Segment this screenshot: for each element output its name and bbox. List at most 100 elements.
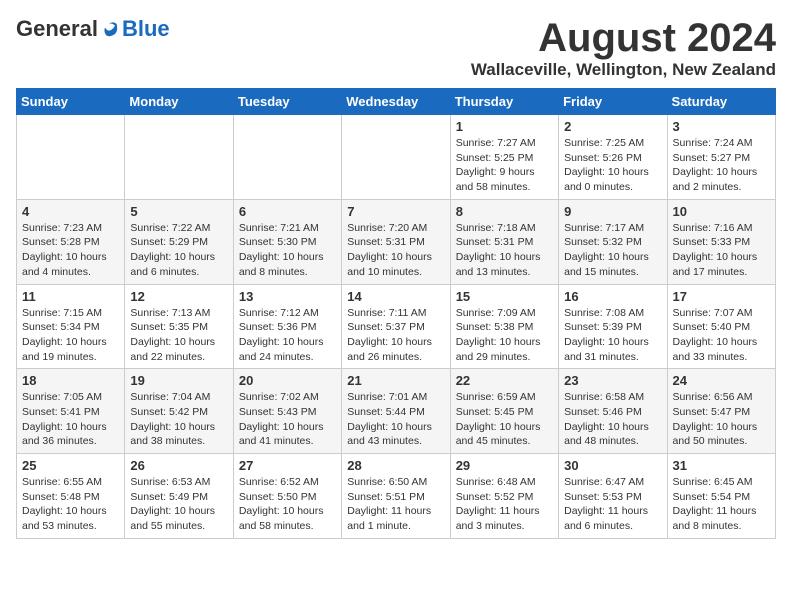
calendar-cell: 19Sunrise: 7:04 AM Sunset: 5:42 PM Dayli…: [125, 369, 233, 454]
calendar-cell: [342, 115, 450, 200]
day-number: 30: [564, 458, 661, 473]
calendar-table: SundayMondayTuesdayWednesdayThursdayFrid…: [16, 88, 776, 539]
calendar-cell: 12Sunrise: 7:13 AM Sunset: 5:35 PM Dayli…: [125, 284, 233, 369]
calendar-cell: 30 Sunrise: 6:47 AM Sunset: 5:53 PM Dayli…: [559, 454, 667, 539]
day-number: 15: [456, 289, 553, 304]
title-area: August 2024 Wallaceville, Wellington, Ne…: [471, 16, 776, 80]
calendar-cell: 7 Sunrise: 7:20 AM Sunset: 5:31 PM Daylig…: [342, 199, 450, 284]
day-detail: Sunrise: 7:12 AM Sunset: 5:36 PM Dayligh…: [239, 306, 336, 365]
day-detail: Sunrise: 7:08 AM Sunset: 5:39 PM Dayligh…: [564, 306, 661, 365]
day-detail: Sunrise: 7:05 AM Sunset: 5:41 PM Dayligh…: [22, 390, 119, 449]
day-number: 7: [347, 204, 444, 219]
day-number: 27: [239, 458, 336, 473]
calendar-cell: 8Sunrise: 7:18 AM Sunset: 5:31 PM Daylig…: [450, 199, 558, 284]
day-number: 24: [673, 373, 770, 388]
day-number: 31: [673, 458, 770, 473]
day-detail: Sunrise: 7:01 AM Sunset: 5:44 PM Dayligh…: [347, 390, 444, 449]
day-header-tuesday: Tuesday: [233, 89, 341, 115]
day-header-monday: Monday: [125, 89, 233, 115]
calendar-cell: 5Sunrise: 7:22 AM Sunset: 5:29 PM Daylig…: [125, 199, 233, 284]
day-detail: Sunrise: 7:24 AM Sunset: 5:27 PM Dayligh…: [673, 136, 770, 195]
day-detail: Sunrise: 7:27 AM Sunset: 5:25 PM Dayligh…: [456, 136, 553, 195]
week-row-1: 1 Sunrise: 7:27 AM Sunset: 5:25 PM Daylig…: [17, 115, 776, 200]
header-area: General Blue August 2024 Wallaceville, W…: [16, 16, 776, 80]
calendar-cell: 23Sunrise: 6:58 AM Sunset: 5:46 PM Dayli…: [559, 369, 667, 454]
calendar-cell: 3 Sunrise: 7:24 AM Sunset: 5:27 PM Daylig…: [667, 115, 775, 200]
day-detail: Sunrise: 6:59 AM Sunset: 5:45 PM Dayligh…: [456, 390, 553, 449]
day-detail: Sunrise: 6:53 AM Sunset: 5:49 PM Dayligh…: [130, 475, 227, 534]
calendar-cell: 28 Sunrise: 6:50 AM Sunset: 5:51 PM Dayli…: [342, 454, 450, 539]
week-row-4: 18 Sunrise: 7:05 AM Sunset: 5:41 PM Dayli…: [17, 369, 776, 454]
day-detail: Sunrise: 6:55 AM Sunset: 5:48 PM Dayligh…: [22, 475, 119, 534]
day-detail: Sunrise: 6:47 AM Sunset: 5:53 PM Dayligh…: [564, 475, 661, 534]
calendar-cell: 4 Sunrise: 7:23 AM Sunset: 5:28 PM Daylig…: [17, 199, 125, 284]
day-header-friday: Friday: [559, 89, 667, 115]
day-detail: Sunrise: 7:11 AM Sunset: 5:37 PM Dayligh…: [347, 306, 444, 365]
day-number: 22: [456, 373, 553, 388]
header-row: SundayMondayTuesdayWednesdayThursdayFrid…: [17, 89, 776, 115]
calendar-cell: 10 Sunrise: 7:16 AM Sunset: 5:33 PM Dayli…: [667, 199, 775, 284]
day-detail: Sunrise: 7:16 AM Sunset: 5:33 PM Dayligh…: [673, 221, 770, 280]
week-row-2: 4 Sunrise: 7:23 AM Sunset: 5:28 PM Daylig…: [17, 199, 776, 284]
day-number: 14: [347, 289, 444, 304]
main-title: August 2024: [471, 16, 776, 60]
day-number: 11: [22, 289, 119, 304]
day-number: 13: [239, 289, 336, 304]
day-number: 1: [456, 119, 553, 134]
day-number: 20: [239, 373, 336, 388]
calendar-cell: 6 Sunrise: 7:21 AM Sunset: 5:30 PM Daylig…: [233, 199, 341, 284]
day-detail: Sunrise: 6:58 AM Sunset: 5:46 PM Dayligh…: [564, 390, 661, 449]
calendar-cell: 13 Sunrise: 7:12 AM Sunset: 5:36 PM Dayli…: [233, 284, 341, 369]
day-detail: Sunrise: 7:21 AM Sunset: 5:30 PM Dayligh…: [239, 221, 336, 280]
logo: General Blue: [16, 16, 170, 42]
day-number: 10: [673, 204, 770, 219]
calendar-cell: [233, 115, 341, 200]
day-number: 2: [564, 119, 661, 134]
calendar-cell: [17, 115, 125, 200]
day-number: 12: [130, 289, 227, 304]
day-detail: Sunrise: 7:23 AM Sunset: 5:28 PM Dayligh…: [22, 221, 119, 280]
day-number: 6: [239, 204, 336, 219]
calendar-cell: 2 Sunrise: 7:25 AM Sunset: 5:26 PM Daylig…: [559, 115, 667, 200]
day-detail: Sunrise: 7:25 AM Sunset: 5:26 PM Dayligh…: [564, 136, 661, 195]
day-number: 19: [130, 373, 227, 388]
day-number: 4: [22, 204, 119, 219]
day-number: 3: [673, 119, 770, 134]
day-detail: Sunrise: 6:48 AM Sunset: 5:52 PM Dayligh…: [456, 475, 553, 534]
day-detail: Sunrise: 7:02 AM Sunset: 5:43 PM Dayligh…: [239, 390, 336, 449]
week-row-5: 25Sunrise: 6:55 AM Sunset: 5:48 PM Dayli…: [17, 454, 776, 539]
calendar-cell: 17 Sunrise: 7:07 AM Sunset: 5:40 PM Dayli…: [667, 284, 775, 369]
day-detail: Sunrise: 7:20 AM Sunset: 5:31 PM Dayligh…: [347, 221, 444, 280]
calendar-cell: [125, 115, 233, 200]
day-number: 9: [564, 204, 661, 219]
calendar-cell: 1 Sunrise: 7:27 AM Sunset: 5:25 PM Daylig…: [450, 115, 558, 200]
calendar-cell: 9Sunrise: 7:17 AM Sunset: 5:32 PM Daylig…: [559, 199, 667, 284]
day-number: 18: [22, 373, 119, 388]
day-number: 26: [130, 458, 227, 473]
day-header-saturday: Saturday: [667, 89, 775, 115]
calendar-cell: 29Sunrise: 6:48 AM Sunset: 5:52 PM Dayli…: [450, 454, 558, 539]
day-detail: Sunrise: 6:50 AM Sunset: 5:51 PM Dayligh…: [347, 475, 444, 534]
week-row-3: 11 Sunrise: 7:15 AM Sunset: 5:34 PM Dayli…: [17, 284, 776, 369]
calendar-cell: 24Sunrise: 6:56 AM Sunset: 5:47 PM Dayli…: [667, 369, 775, 454]
calendar-cell: 14 Sunrise: 7:11 AM Sunset: 5:37 PM Dayli…: [342, 284, 450, 369]
day-number: 21: [347, 373, 444, 388]
calendar-cell: 16Sunrise: 7:08 AM Sunset: 5:39 PM Dayli…: [559, 284, 667, 369]
calendar-cell: 31 Sunrise: 6:45 AM Sunset: 5:54 PM Dayli…: [667, 454, 775, 539]
day-header-thursday: Thursday: [450, 89, 558, 115]
logo-general: General: [16, 16, 98, 42]
calendar-cell: 26 Sunrise: 6:53 AM Sunset: 5:49 PM Dayli…: [125, 454, 233, 539]
calendar-cell: 22 Sunrise: 6:59 AM Sunset: 5:45 PM Dayli…: [450, 369, 558, 454]
day-number: 28: [347, 458, 444, 473]
day-detail: Sunrise: 7:07 AM Sunset: 5:40 PM Dayligh…: [673, 306, 770, 365]
day-number: 17: [673, 289, 770, 304]
day-detail: Sunrise: 6:45 AM Sunset: 5:54 PM Dayligh…: [673, 475, 770, 534]
calendar-cell: 25Sunrise: 6:55 AM Sunset: 5:48 PM Dayli…: [17, 454, 125, 539]
day-number: 8: [456, 204, 553, 219]
day-header-sunday: Sunday: [17, 89, 125, 115]
day-number: 5: [130, 204, 227, 219]
day-detail: Sunrise: 7:15 AM Sunset: 5:34 PM Dayligh…: [22, 306, 119, 365]
logo-bird-icon: [100, 19, 120, 39]
calendar-cell: 21 Sunrise: 7:01 AM Sunset: 5:44 PM Dayli…: [342, 369, 450, 454]
day-detail: Sunrise: 7:09 AM Sunset: 5:38 PM Dayligh…: [456, 306, 553, 365]
